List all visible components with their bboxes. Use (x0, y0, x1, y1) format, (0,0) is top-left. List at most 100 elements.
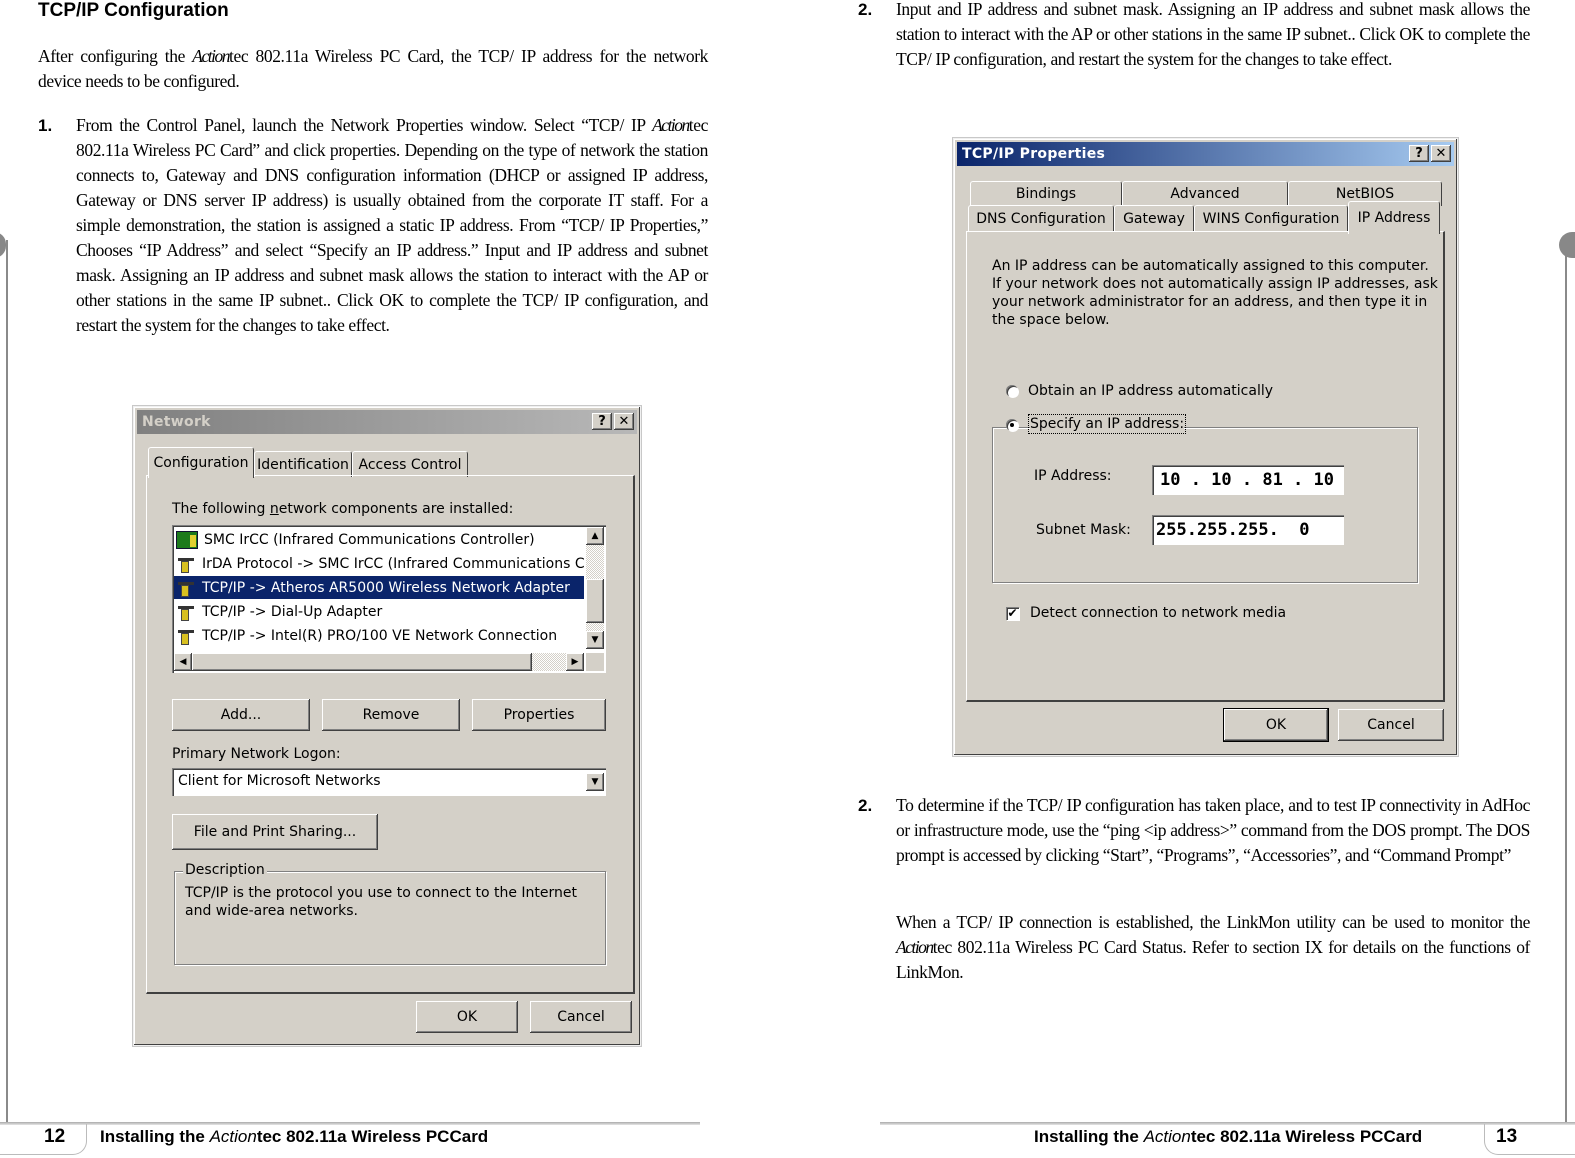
specify-ip-radio[interactable] (1006, 419, 1018, 431)
list-item[interactable]: SMC IrCC (Infrared Communications Contro… (174, 528, 584, 551)
close-icon: ✕ (1435, 146, 1447, 161)
description-groupbox: Description TCP/IP is the protocol you u… (174, 862, 606, 965)
network-adapter-icon (176, 530, 198, 549)
detect-connection-checkbox[interactable]: ✔ (1006, 607, 1019, 620)
scroll-left-button[interactable]: ◀ (174, 653, 192, 671)
button-label: Add... (220, 707, 262, 723)
linkmon-text: When a TCP/ IP connection is established… (896, 912, 1530, 932)
close-button[interactable]: ✕ (614, 413, 634, 430)
button-label: File and Print Sharing... (193, 824, 357, 840)
subnet-mask-field[interactable]: 255.255.255. 0 (1152, 515, 1344, 545)
description-text: TCP/IP is the protocol you use to connec… (185, 885, 577, 919)
detect-connection-label[interactable]: Detect connection to network media (1030, 605, 1286, 621)
network-dialog: Network ? ✕ Configuration Identification… (133, 406, 641, 1046)
network-dialog-titlebar[interactable]: Network (137, 410, 637, 434)
info-line: An IP address can be automatically assig… (992, 258, 1429, 274)
tab-label: Access Control (358, 456, 462, 473)
item-label: IrDA Protocol -> SMC IrCC (Infrared Comm… (202, 555, 584, 572)
brand-name: Action (652, 115, 690, 135)
remove-button[interactable]: Remove (322, 699, 460, 731)
vertical-scrollbar[interactable]: ▲ ▼ (586, 527, 604, 649)
tab-access-control[interactable]: Access Control (352, 451, 468, 477)
step-number: 2. (858, 0, 873, 19)
tab-label: Bindings (1015, 186, 1077, 202)
cancel-button[interactable]: Cancel (1338, 709, 1444, 741)
dialog-title: Network (142, 414, 211, 430)
linkmon-text-continued: tec 802.11a Wireless PC Card Status. Ref… (896, 937, 1530, 982)
footer-rule (0, 1122, 700, 1125)
scroll-up-button[interactable]: ▲ (586, 527, 604, 545)
scroll-down-button[interactable]: ▼ (586, 631, 604, 649)
ok-button[interactable]: OK (1223, 708, 1329, 742)
item-label: SMC IrCC (Infrared Communications Contro… (204, 531, 535, 548)
tab-wins-configuration[interactable]: WINS Configuration (1194, 205, 1348, 232)
groupbox-label: Description (183, 862, 267, 878)
chevron-down-icon: ▼ (591, 777, 599, 787)
specify-ip-label[interactable]: Specify an IP address: (1027, 414, 1187, 434)
list-item[interactable]: IrDA Protocol -> SMC IrCC (Infrared Comm… (174, 552, 584, 575)
add-button[interactable]: Add... (172, 699, 310, 731)
tab-label: DNS Configuration (976, 211, 1106, 227)
protocol-icon (176, 556, 196, 573)
scroll-thumb[interactable] (586, 579, 604, 623)
arrow-right-icon: ▶ (571, 657, 579, 667)
step-1-text: From the Control Panel, launch the Netwo… (76, 115, 653, 135)
section-heading: TCP/IP Configuration (38, 0, 229, 21)
info-line: the space below. (992, 312, 1110, 328)
tab-label: Identification (257, 456, 349, 473)
list-item-selected[interactable]: TCP/IP -> Atheros AR5000 Wireless Networ… (174, 576, 584, 599)
components-listbox[interactable]: SMC IrCC (Infrared Communications Contro… (172, 525, 606, 673)
item-label: TCP/IP -> Intel(R) PRO/100 VE Network Co… (202, 627, 558, 644)
help-button[interactable]: ? (592, 413, 612, 430)
scroll-thumb[interactable] (192, 653, 532, 671)
scrollbar-corner (586, 653, 604, 671)
step-1-paragraph: From the Control Panel, launch the Netwo… (76, 113, 708, 338)
tab-identification[interactable]: Identification (254, 451, 352, 477)
intro-text: After configuring the (38, 46, 193, 66)
dropdown-button[interactable]: ▼ (586, 773, 604, 791)
list-item[interactable]: TCP/IP -> Intel(R) PRO/100 VE Network Co… (174, 624, 584, 647)
page-edge-marker (1559, 232, 1575, 258)
arrow-down-icon: ▼ (591, 635, 599, 645)
scroll-right-button[interactable]: ▶ (566, 653, 584, 671)
obtain-ip-radio[interactable] (1006, 385, 1018, 397)
obtain-ip-label[interactable]: Obtain an IP address automatically (1028, 383, 1273, 399)
help-icon: ? (598, 414, 606, 429)
cancel-button[interactable]: Cancel (530, 1001, 632, 1033)
button-label: Properties (503, 707, 575, 723)
info-line: If your network does not automatically a… (992, 276, 1438, 292)
help-icon: ? (1415, 146, 1423, 161)
tab-dns-configuration[interactable]: DNS Configuration (968, 205, 1114, 232)
footer-text: Installing the (100, 1127, 210, 1146)
button-label: Cancel (1367, 717, 1415, 733)
help-button[interactable]: ? (1409, 145, 1429, 162)
list-item[interactable]: TCP/IP -> Dial-Up Adapter (174, 600, 584, 623)
info-line: your network administrator for an addres… (992, 294, 1428, 310)
tab-bindings[interactable]: Bindings (970, 181, 1122, 206)
arrow-up-icon: ▲ (591, 531, 599, 541)
tab-label: NetBIOS (1335, 186, 1395, 202)
footer-rule (880, 1122, 1575, 1125)
dialog-title: TCP/IP Properties (962, 146, 1106, 162)
file-print-sharing-button[interactable]: File and Print Sharing... (172, 814, 378, 850)
ok-button[interactable]: OK (416, 1001, 518, 1033)
page-edge-line (6, 240, 8, 1124)
tab-advanced[interactable]: Advanced (1122, 181, 1288, 206)
primary-logon-select[interactable]: Client for Microsoft Networks ▼ (172, 768, 606, 796)
tab-gateway[interactable]: Gateway (1114, 205, 1194, 232)
tab-ip-address[interactable]: IP Address (1348, 201, 1440, 234)
button-label: OK (1265, 717, 1287, 733)
close-button[interactable]: ✕ (1431, 145, 1451, 162)
check-icon: ✔ (1007, 606, 1018, 620)
subnet-mask-label: Subnet Mask: (1036, 522, 1131, 538)
ip-address-field[interactable]: 10 . 10 . 81 . 10 (1152, 465, 1344, 495)
tab-configuration[interactable]: Configuration (148, 447, 254, 478)
protocol-icon (176, 604, 196, 621)
properties-button[interactable]: Properties (472, 699, 606, 731)
close-icon: ✕ (618, 414, 630, 429)
footer-title-left: Installing the Actiontec 802.11a Wireles… (100, 1127, 488, 1147)
tab-label: Gateway (1123, 211, 1185, 227)
horizontal-scrollbar[interactable]: ◀ ▶ (174, 653, 584, 671)
tcpip-dialog-titlebar[interactable]: TCP/IP Properties (957, 142, 1454, 166)
footer-text: Installing the (1034, 1127, 1144, 1146)
